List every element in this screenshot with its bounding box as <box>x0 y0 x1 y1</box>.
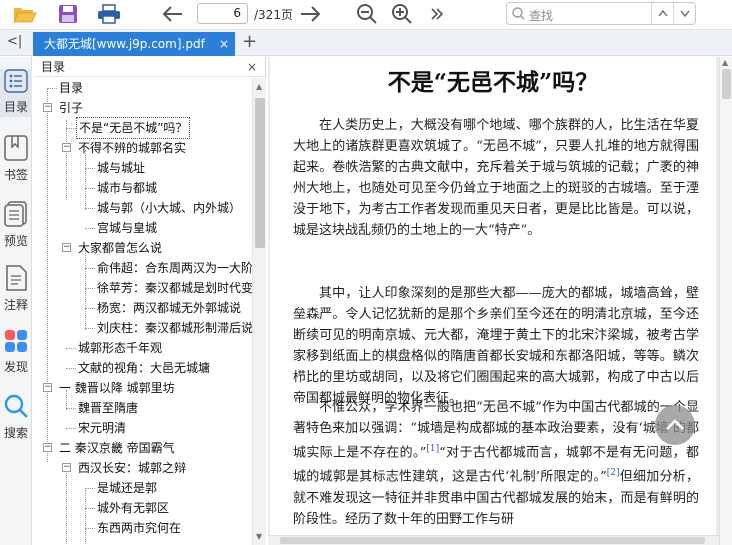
outline-item[interactable]: 城郭形态千年观 <box>34 338 252 358</box>
collapse-toggle-icon[interactable]: − <box>43 103 52 112</box>
back-to-top-button[interactable] <box>655 405 695 445</box>
rail-label: 书签 <box>3 168 28 182</box>
bookmark-icon <box>4 135 28 164</box>
rail-label: 注释 <box>3 298 28 312</box>
outline-item[interactable]: 魏晋至隋唐 <box>34 398 252 418</box>
search-input[interactable]: 查找 <box>529 7 553 24</box>
collapse-toggle-icon[interactable]: − <box>62 463 71 472</box>
footnote-ref[interactable]: [1] <box>426 444 439 454</box>
scroll-down-icon[interactable]: ▼ <box>256 532 262 541</box>
outline-title: 目录 <box>41 60 66 74</box>
save-icon[interactable] <box>55 2 81 26</box>
search-next-icon[interactable] <box>673 3 695 24</box>
discover-icon <box>4 330 28 356</box>
document-view: 不是“无邑不城”吗？ 在人类历史上，大概没有哪个地域、哪个族群的人，比生活在华夏… <box>268 57 732 545</box>
outline-item[interactable]: 徐苹芳：秦汉都城是划时代变 <box>34 278 252 298</box>
outline-item[interactable]: − 一 魏晋以降 城郭里坊 <box>34 378 252 398</box>
outline-tree: 目录 − 引子 不是“无邑不城”吗？ − 不得不辨的城郭名实 城与城址 城市与都… <box>34 78 252 545</box>
outline-item[interactable]: 城与城址 <box>34 158 252 178</box>
outline-item[interactable]: 杨宽：两汉都城无外郭城说 <box>34 298 252 318</box>
more-icon[interactable] <box>424 2 450 26</box>
print-icon[interactable] <box>96 2 122 26</box>
document-scrollbar[interactable]: ▲ <box>719 57 732 545</box>
rail-label: 预览 <box>3 234 28 248</box>
page-number-input[interactable]: 6 <box>197 3 248 24</box>
tab-document[interactable]: 大都无城[www.j9p.com].pdf × <box>33 32 235 56</box>
collapse-toggle-icon[interactable]: − <box>43 443 52 452</box>
outline-panel: 目录 × 目录 − 引子 不是“无邑不城”吗？ − 不得不辨的城郭名实 城与城址 <box>34 57 266 545</box>
search-icon <box>3 394 29 422</box>
outline-item[interactable]: 刘庆柱：秦汉都城形制滞后说 <box>34 318 252 338</box>
chevron-up-icon <box>666 419 684 430</box>
page-title: 不是“无邑不城”吗？ <box>387 69 599 96</box>
scrollbar-thumb[interactable] <box>280 537 705 544</box>
open-folder-icon[interactable] <box>12 2 38 26</box>
search-icon <box>512 7 525 23</box>
toc-icon <box>4 69 28 96</box>
annotation-icon <box>5 265 27 294</box>
rail-label: 搜索 <box>3 426 28 440</box>
rail-item-discover[interactable]: 发现 <box>0 329 32 377</box>
scrollbar-thumb[interactable] <box>722 69 731 99</box>
scroll-up-icon[interactable]: ▲ <box>256 82 262 91</box>
outline-item[interactable]: − 引子 <box>34 98 252 118</box>
paragraph-1: 在人类历史上，大概没有哪个地域、哪个族群的人，比生活在华夏大地上的诸族群更喜欢筑… <box>293 118 699 238</box>
outline-item[interactable]: − 西汉长安：城郭之辩 <box>34 458 252 478</box>
scrollbar-thumb[interactable] <box>255 98 265 248</box>
rail-item-bookmark[interactable]: 书签 <box>0 135 32 183</box>
new-tab-button[interactable]: + <box>242 31 257 52</box>
outline-item[interactable]: 俞伟超：合东周两汉为一大阶 <box>34 258 252 278</box>
footnote-ref[interactable]: [2] <box>607 468 620 478</box>
collapse-toggle-icon[interactable]: − <box>62 243 71 252</box>
tab-title: 大都无城[www.j9p.com].pdf <box>44 37 205 51</box>
rail-item-annotation[interactable]: 注释 <box>0 265 32 313</box>
rail-item-search[interactable]: 搜索 <box>0 393 32 441</box>
outline-item-current[interactable]: 不是“无邑不城”吗？ <box>34 117 252 139</box>
search-prev-icon[interactable] <box>651 3 673 24</box>
paragraph-2: 其中，让人印象深刻的是那些大都——庞大的都城，城墙高耸，壁垒森严。令人记忆犹新的… <box>293 286 699 406</box>
outline-item[interactable]: − 二 秦汉京畿 帝国霸气 <box>34 438 252 458</box>
outline-item[interactable]: − 大家都曾怎么说 <box>34 238 252 258</box>
rail-label: 目录 <box>3 100 28 114</box>
thumbnails-icon <box>4 201 28 230</box>
side-rail: 目录 书签 预览 注释 发现 搜索 <box>0 57 32 545</box>
outline-header: 目录 × <box>34 57 265 77</box>
next-page-icon[interactable] <box>297 2 323 26</box>
rail-item-thumbnails[interactable]: 预览 <box>0 201 32 249</box>
search-box[interactable]: 查找 <box>506 2 696 25</box>
collapse-toggle-icon[interactable]: − <box>43 383 52 392</box>
tab-close-icon[interactable]: × <box>219 32 229 56</box>
outline-scrollbar[interactable]: ▲ ▼ <box>252 78 266 545</box>
outline-item[interactable]: 宫城与皇城 <box>34 218 252 238</box>
page-total: /321页 <box>254 8 293 22</box>
pdf-page: 不是“无邑不城”吗？ 在人类历史上，大概没有哪个地域、哪个族群的人，比生活在华夏… <box>270 57 716 537</box>
outline-item[interactable]: 城与郭（小大城、内外城） <box>34 198 252 218</box>
prev-page-icon[interactable] <box>160 2 186 26</box>
outline-item[interactable]: − 不得不辨的城郭名实 <box>34 138 252 158</box>
outline-item[interactable]: 目录 <box>34 78 252 98</box>
rail-label: 发现 <box>3 360 28 374</box>
outline-item[interactable]: 城外有无郭区 <box>34 498 252 518</box>
outline-item[interactable]: 东西两市究何在 <box>34 518 252 538</box>
zoom-out-icon[interactable] <box>354 2 380 26</box>
outline-close-icon[interactable]: × <box>247 57 257 77</box>
paragraph-3: 不惟公众，学术界一般也把“无邑不城”作为中国古代都城的一个显著特色来加以强调：“… <box>293 400 699 527</box>
outline-item[interactable]: 城市与都城 <box>34 178 252 198</box>
zoom-in-icon[interactable] <box>389 2 415 26</box>
document-horizontal-scrollbar[interactable] <box>268 535 719 545</box>
collapse-panel-button[interactable]: <| <box>7 34 22 49</box>
main-toolbar: 6 /321页 查找 <box>0 0 732 30</box>
outline-item[interactable]: 是城还是郭 <box>34 478 252 498</box>
collapse-toggle-icon[interactable]: − <box>62 143 71 152</box>
rail-item-toc[interactable]: 目录 <box>0 69 32 117</box>
outline-item[interactable]: 宋元明清 <box>34 418 252 438</box>
outline-item[interactable]: 文献的视角：大邑无城墉 <box>34 358 252 378</box>
scroll-up-icon[interactable]: ▲ <box>722 58 728 67</box>
tab-bar: <| 大都无城[www.j9p.com].pdf × + <box>0 30 732 56</box>
